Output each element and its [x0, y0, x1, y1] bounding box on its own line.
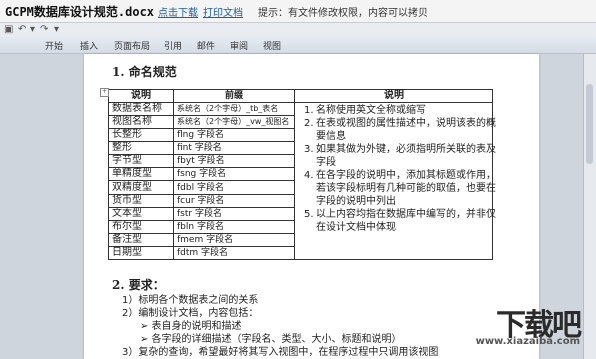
customize-toolbar-icon[interactable]: ▾ [54, 23, 59, 37]
tab-references[interactable]: 引用 [164, 39, 182, 52]
table-header-prefix: 前缀 [173, 89, 295, 103]
requirement-line: 2）编制设计文档，内容包括： [122, 308, 259, 319]
section2-heading: 2. 要求： [112, 278, 165, 292]
list-item: 3. 如果其做为外键，必须指明所关联的表及字段 [304, 144, 496, 168]
tab-mailings[interactable]: 邮件 [197, 39, 215, 52]
undo-icon[interactable]: ↶ [18, 23, 26, 37]
print-link[interactable]: 打印文档 [203, 4, 243, 19]
title-bar: GCPM数据库设计规范.docx 点击下载 打印文档 提示：有文件修改权限，内容… [0, 0, 596, 23]
save-icon[interactable]: ▣ [4, 23, 13, 37]
vertical-scrollbar[interactable] [583, 54, 596, 359]
watermark-url: www.xiazaiba.com [475, 336, 580, 347]
tab-page-layout[interactable]: 页面布局 [114, 39, 150, 52]
quick-access-toolbar: ▣ ↶ ▾ ↷ ▾ [0, 23, 596, 37]
watermark-logo: 下载吧 www.xiazaiba.com [475, 308, 582, 347]
redo-icon[interactable]: ↷ [40, 23, 48, 37]
table-header-notes: 说明 [294, 89, 493, 103]
document-page[interactable]: 1. 命名规范 说明 前缀 说明 数据表名称 系统名（2个字母）_tb_表名 视… [84, 54, 539, 359]
permission-tip: 提示：有文件修改权限，内容可以拷贝 [258, 8, 428, 19]
list-item: 1. 名称使用英文全称或缩写 [304, 105, 426, 116]
tab-view[interactable]: 视图 [263, 39, 281, 52]
notes-list: 1. 名称使用英文全称或缩写 2. 在表或视图的属性描述中，说明该表的概要信息 3.… [304, 104, 500, 234]
list-item: 2. 在表或视图的属性描述中，说明该表的概要信息 [304, 118, 496, 142]
download-link[interactable]: 点击下载 [158, 4, 198, 19]
tab-home[interactable]: 开始 [45, 39, 63, 52]
scrollbar-thumb[interactable] [586, 84, 593, 164]
requirement-subline: ➢ 各字段的详细描述（字段名、类型、大小、标题和说明） [140, 334, 402, 345]
tab-insert[interactable]: 插入 [80, 39, 98, 52]
table-header-desc: 说明 [108, 89, 174, 103]
list-item: 5. 以上内容均指在数据库中编写的，并非仅在设计文档中体现 [304, 209, 496, 233]
document-title: GCPM数据库设计规范.docx [5, 5, 155, 19]
table-move-handle-icon[interactable]: + [100, 88, 109, 97]
requirement-line: 1）标明各个数据表之间的关系 [122, 295, 259, 306]
undo-dropdown-icon[interactable]: ▾ [30, 23, 35, 37]
tab-review[interactable]: 审阅 [230, 39, 248, 52]
requirement-line: 3）复杂的查询，希望最好将其写入视图中，在程序过程中只调用该视图 [122, 347, 439, 358]
list-item: 4. 在各字段的说明中，添加其标题或作用，若该字段标明有几种可能的取值，也要在字段… [304, 170, 496, 207]
section1-heading: 1. 命名规范 [112, 65, 177, 79]
ribbon-tabs: 开始 插入 页面布局 引用 邮件 审阅 视图 [0, 37, 596, 54]
requirement-subline: ➢ 表自身的说明和描述 [140, 321, 242, 332]
